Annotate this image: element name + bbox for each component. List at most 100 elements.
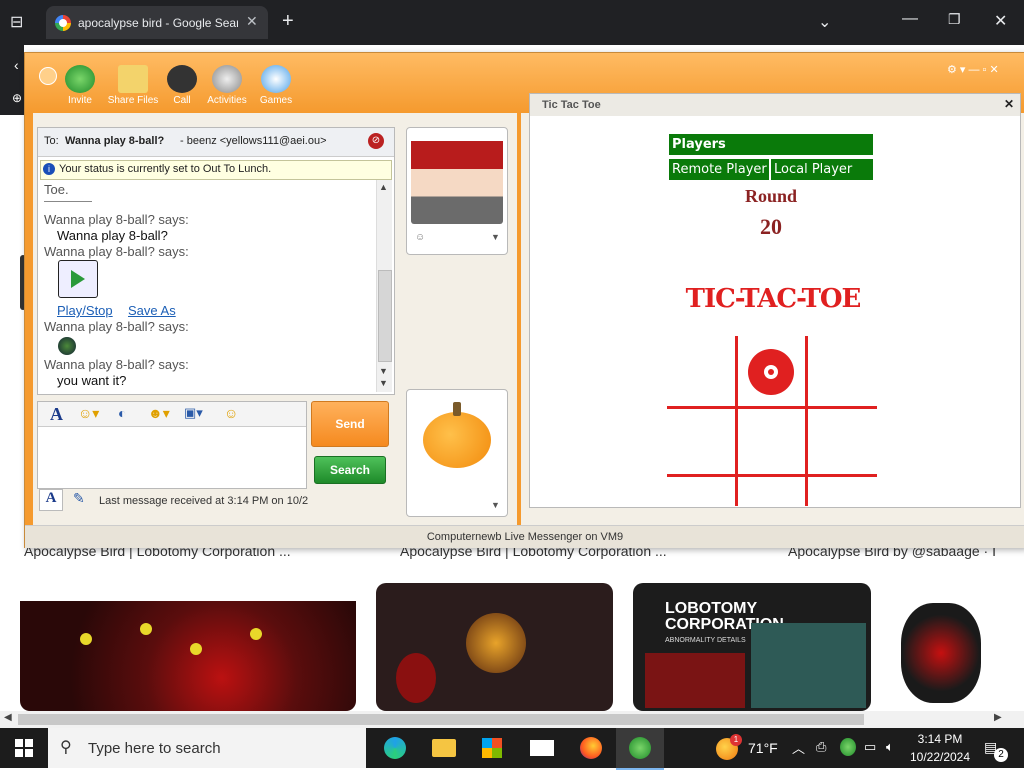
window-options-icon[interactable]: ⚙ ▾ — ▫ ✕ (947, 63, 999, 76)
round-label: Round (744, 186, 798, 206)
network-icon[interactable]: ▭ (864, 739, 876, 755)
device-icon[interactable]: ⎙ (816, 739, 826, 755)
messenger-window: Invite Share Files Call Activities Games… (24, 52, 1024, 548)
activities-button[interactable]: Activities (205, 65, 249, 106)
format-toolbar: A ☺▾ ◐ ☻▾ ▣▾ ☺ (38, 402, 306, 427)
restore-icon[interactable]: ❐ (948, 11, 961, 28)
image-result[interactable] (891, 583, 1024, 711)
background-icon[interactable]: ▣▾ (184, 405, 203, 421)
tab-search-icon[interactable]: ⊟ (10, 12, 23, 32)
messenger-footer: Computernewb Live Messenger on VM9 (25, 525, 1024, 548)
emoticon-icon (58, 337, 76, 355)
store-icon[interactable] (482, 738, 502, 758)
divider (44, 201, 92, 202)
taskbar: ⚲ Type here to search 1 71°F ︿ ⎙ ▭ 🔈︎ 3:… (0, 728, 1024, 770)
status-notice: i Your status is currently set to Out To… (40, 160, 392, 180)
firefox-icon[interactable] (580, 737, 602, 759)
info-icon: i (43, 163, 55, 175)
type-tab-icon[interactable]: A (39, 489, 63, 511)
font-icon[interactable]: A (50, 404, 63, 425)
phone-icon (167, 65, 197, 93)
chat-panel: To: Wanna play 8-ball? - beenz <yellows1… (37, 127, 395, 395)
chat-footer: A ✎ Last message received at 3:14 PM on … (37, 489, 393, 511)
new-tab-button[interactable]: + (282, 10, 294, 33)
save-as-link[interactable]: Save As (128, 303, 176, 318)
chevron-down-icon[interactable]: ▼ (491, 500, 500, 510)
weather-temp[interactable]: 71°F (748, 740, 778, 756)
tictactoe-panel: Tic Tac Toe ✕ Players Remote Player Loca… (529, 93, 1021, 508)
taskbar-search[interactable]: ⚲ Type here to search (48, 728, 366, 768)
send-button[interactable]: Send (311, 401, 389, 447)
messenger-taskbar-button[interactable] (616, 728, 664, 770)
avatar-image (411, 132, 503, 224)
browser-nav-strip: ‹ ⊕ (0, 45, 24, 115)
nudge-icon[interactable]: ☺ (224, 405, 238, 421)
clock-time[interactable]: 3:14 PM (908, 732, 972, 746)
mail-icon[interactable] (530, 740, 554, 756)
message-text: you want it? (57, 373, 127, 388)
image-result[interactable] (20, 583, 356, 711)
invite-icon (65, 65, 95, 93)
status-icon[interactable]: ☺ (415, 232, 425, 243)
voice-clip-icon[interactable] (58, 260, 98, 298)
tab-close-icon[interactable]: ✕ (246, 13, 258, 30)
browser-tab[interactable]: apocalypse bird - Google Search ✕ (46, 6, 268, 39)
chat-log: Toe. Wanna play 8-ball? says: Wanna play… (42, 182, 374, 390)
block-icon[interactable]: ⊘ (368, 133, 384, 149)
tictactoe-titlebar: Tic Tac Toe ✕ (530, 94, 1020, 116)
minimize-icon[interactable]: — (902, 10, 918, 28)
windows-start-icon[interactable] (15, 739, 33, 757)
extension-icon[interactable]: ⊕ (12, 91, 22, 105)
sender-line: Wanna play 8-ball? says: (44, 319, 189, 334)
sender-line: Wanna play 8-ball? says: (44, 244, 189, 259)
local-player-label: Local Player (771, 159, 873, 180)
handwriting-tab-icon[interactable]: ✎ (73, 490, 85, 507)
to-label: To: (44, 135, 59, 147)
tab-title: apocalypse bird - Google Search (78, 16, 238, 30)
wink-icon[interactable]: ☻▾ (148, 405, 170, 422)
image-result[interactable] (376, 583, 613, 711)
chevron-down-icon[interactable]: ▼ (491, 232, 500, 242)
games-button[interactable]: Games (254, 65, 298, 106)
pumpkin-image (411, 394, 503, 490)
contact-name[interactable]: Wanna play 8-ball? (65, 135, 164, 147)
contact-email: - beenz <yellows111@aei.ou> (180, 135, 327, 147)
tray-overflow-icon[interactable]: ︿ (792, 738, 805, 757)
close-icon[interactable]: ✕ (1004, 97, 1014, 111)
browser-titlebar: ⊟ apocalypse bird - Google Search ✕ + ⌄ … (0, 0, 1024, 45)
invite-button[interactable]: Invite (58, 65, 102, 106)
messenger-icon (629, 737, 651, 759)
close-window-icon[interactable]: ✕ (994, 11, 1007, 31)
chat-scrollbar[interactable]: ▲ ▼ ▼ (376, 180, 392, 392)
film-reel-icon (212, 65, 242, 93)
game-board[interactable] (667, 336, 877, 506)
o-mark (748, 349, 794, 395)
local-avatar[interactable]: ▼ (406, 389, 508, 517)
voice-clip-button-icon[interactable]: ◐ (118, 405, 126, 421)
tab-list-icon[interactable]: ⌄ (818, 12, 831, 32)
share-files-button[interactable]: Share Files (107, 65, 159, 106)
notification-count: 2 (994, 748, 1008, 762)
page-horizontal-scrollbar[interactable]: ◀ ▶ (0, 711, 1024, 728)
messenger-tray-icon[interactable] (840, 738, 856, 756)
back-icon[interactable]: ‹ (14, 57, 19, 73)
tictactoe-logo: TIC-TAC-TOE (685, 284, 862, 314)
image-result[interactable]: LOBOTOMY CORPORATION ABNORMALITY DETAILS (633, 583, 871, 711)
search-icon: ⚲ (60, 739, 72, 756)
edge-icon[interactable] (384, 737, 406, 759)
menu-icon[interactable] (39, 67, 57, 85)
panel-divider[interactable] (517, 113, 521, 525)
clock-date[interactable]: 10/22/2024 (906, 750, 974, 764)
message-input[interactable] (40, 429, 302, 485)
folder-icon (118, 65, 148, 93)
emoticon-picker-icon[interactable]: ☺▾ (78, 405, 99, 422)
call-button[interactable]: Call (160, 65, 204, 106)
file-explorer-icon[interactable] (432, 739, 456, 757)
play-stop-link[interactable]: Play/Stop (57, 303, 113, 318)
search-button[interactable]: Search (314, 456, 386, 484)
dice-icon (261, 65, 291, 93)
status-text: Your status is currently set to Out To L… (59, 163, 272, 175)
volume-icon[interactable]: 🔈︎ (886, 739, 894, 755)
remote-avatar[interactable]: ☺ ▼ (406, 127, 508, 255)
remote-player-label: Remote Player (669, 159, 769, 180)
